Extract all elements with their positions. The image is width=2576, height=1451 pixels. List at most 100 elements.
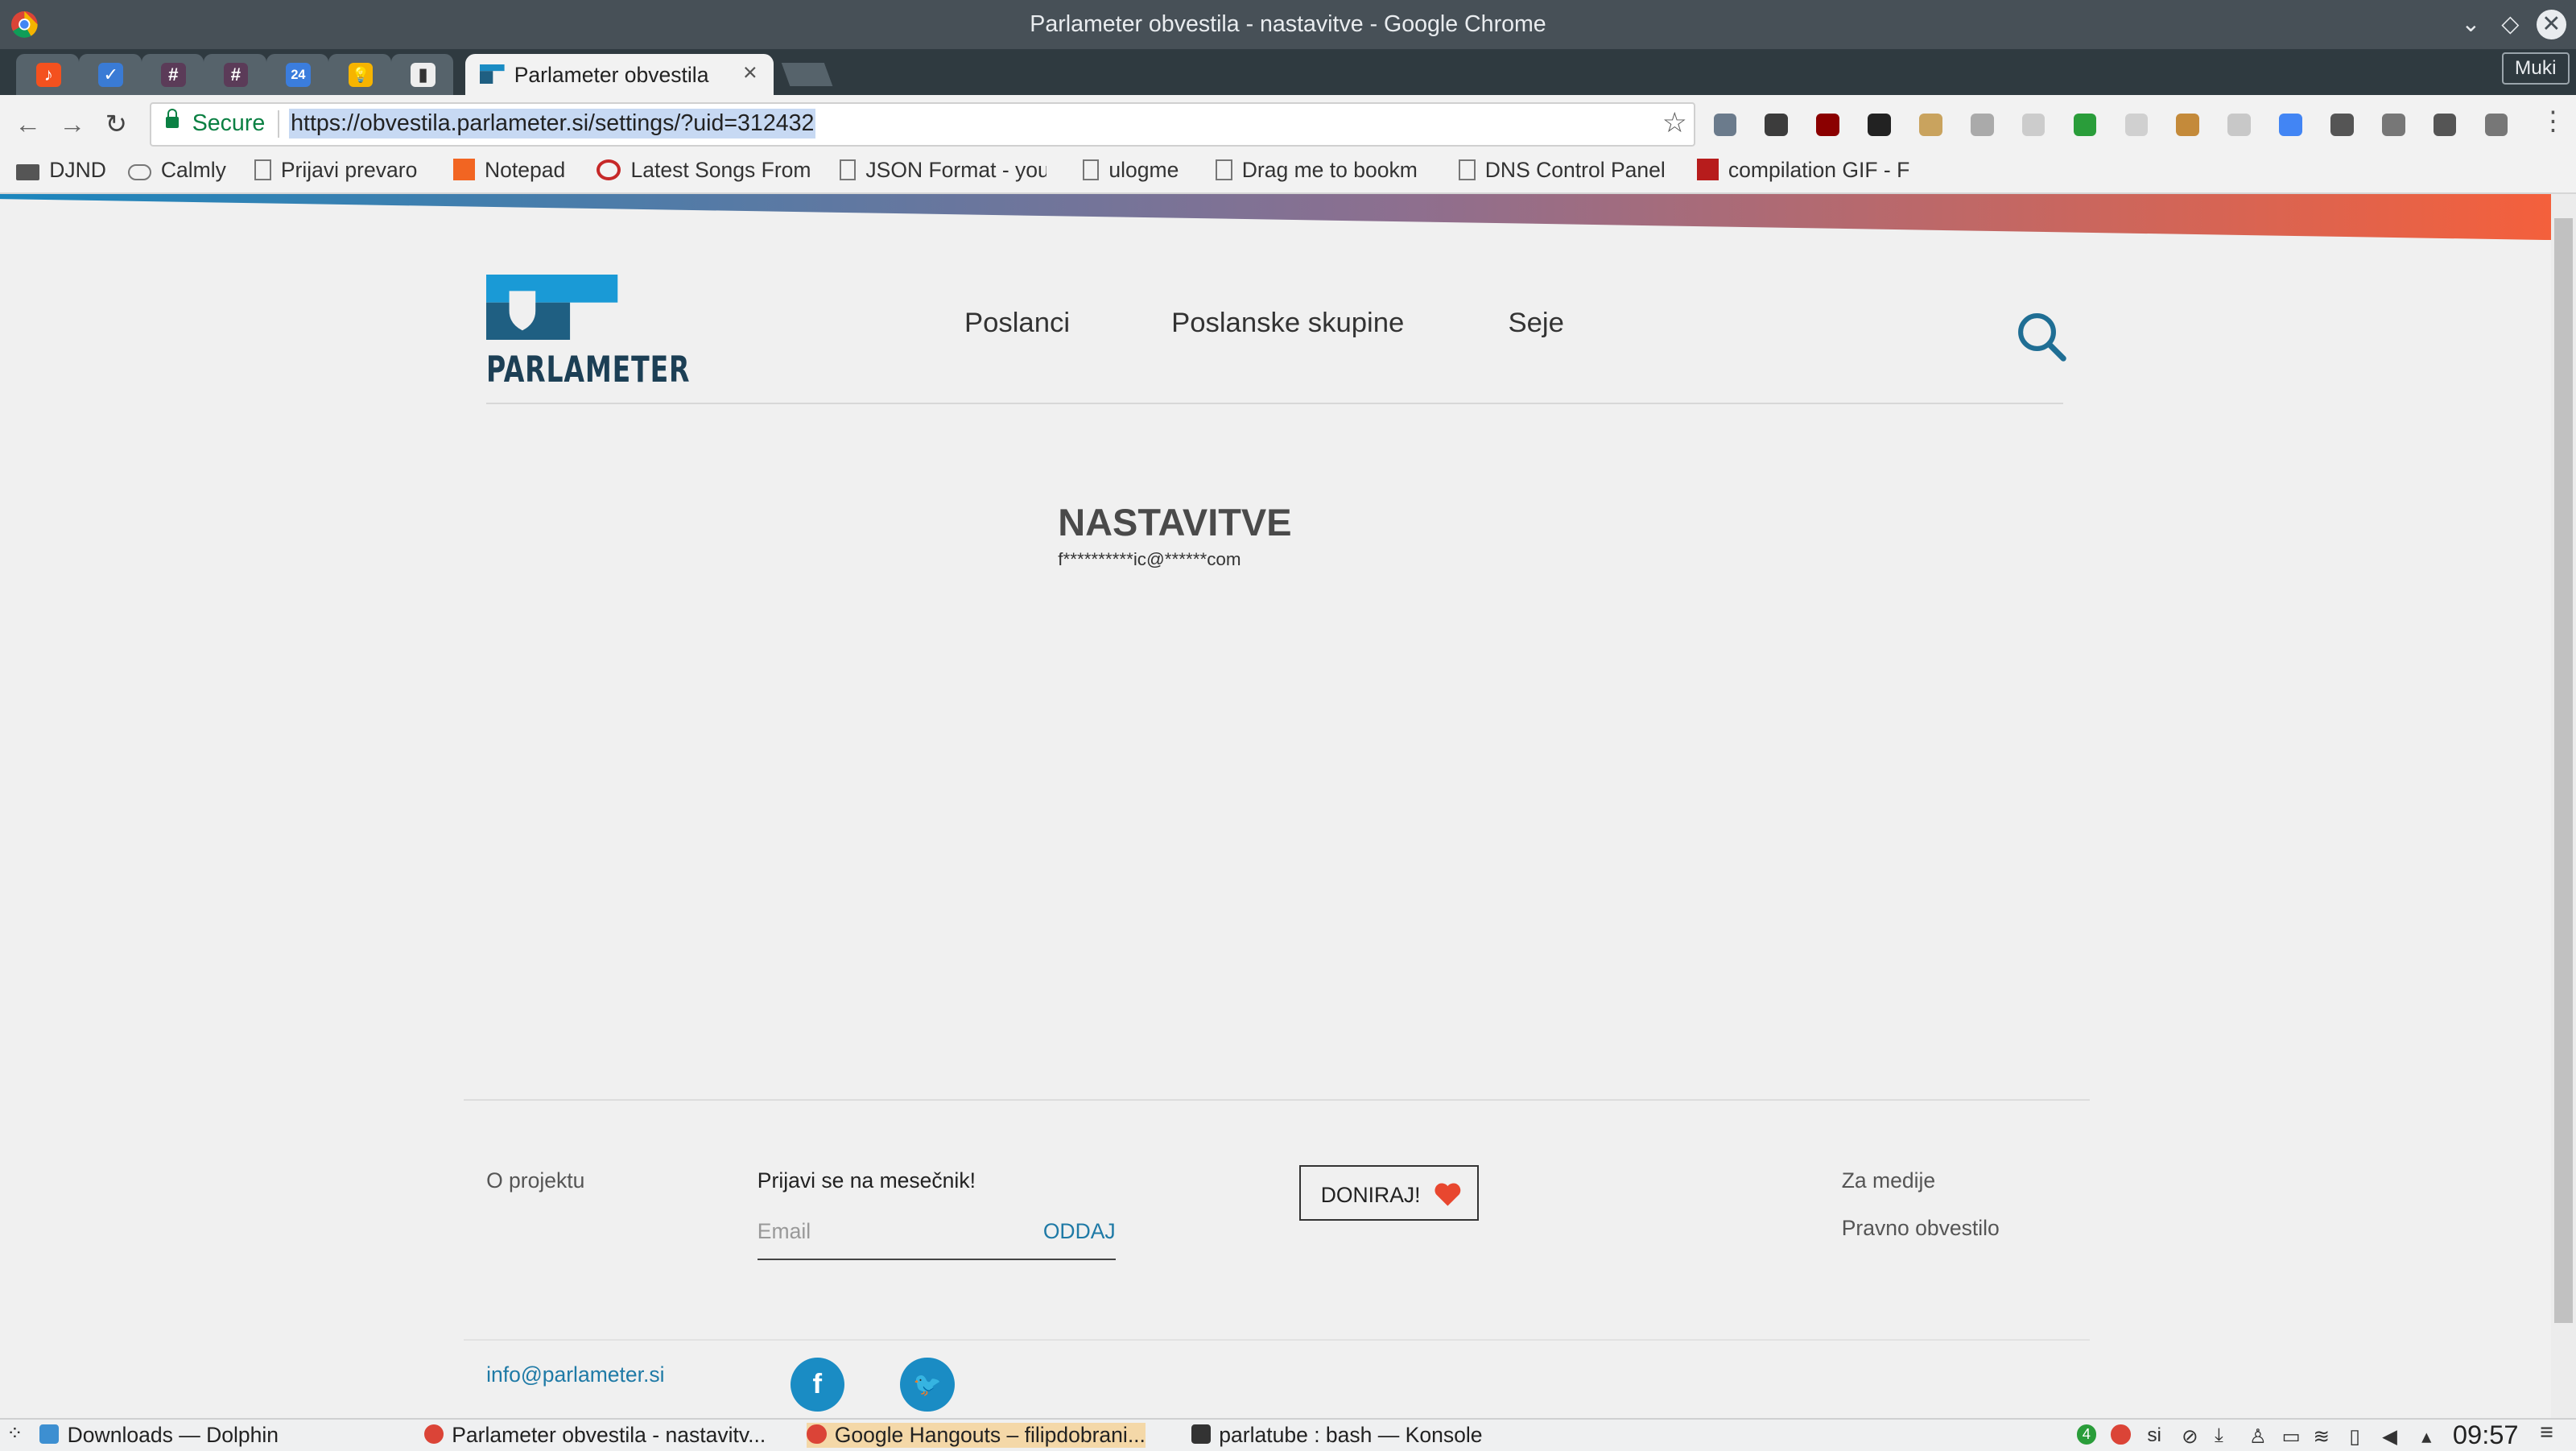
donate-button[interactable]: DONIRAJ! (1299, 1164, 1479, 1222)
page-icon (1459, 159, 1476, 180)
secure-label: Secure (192, 110, 266, 136)
bookmark-item[interactable]: Latest Songs From (596, 158, 811, 183)
bookmark-item[interactable]: ulogme (1082, 158, 1179, 183)
tab-pinned[interactable]: ♪ (16, 54, 79, 96)
globe-icon[interactable] (2433, 113, 2457, 137)
bookmark-label: Calmly (160, 157, 226, 182)
newsletter-submit-button[interactable]: ODDAJ (1043, 1219, 1116, 1244)
tray-expand-icon[interactable]: ▴ (2421, 1424, 2431, 1449)
close-icon[interactable]: ✕ (2536, 10, 2566, 39)
sync-icon[interactable]: ⊘ (2182, 1424, 2198, 1449)
window-title: Parlameter obvestila - nastavitve - Goog… (1030, 11, 1546, 38)
vivaldi-icon[interactable] (2381, 113, 2405, 137)
search-icon[interactable] (2016, 311, 2068, 363)
taskbar-task[interactable]: Parlameter obvestila - nastavitv... (423, 1423, 766, 1448)
footer-link-za-medije[interactable]: Za medije (1842, 1168, 1935, 1193)
tab-pinned[interactable]: # (204, 54, 266, 96)
chrome-tray-icon[interactable] (2111, 1424, 2131, 1445)
tab-pinned[interactable]: # (141, 54, 204, 96)
app-launcher-icon[interactable]: ⁘ (6, 1421, 23, 1445)
clipboard-icon[interactable]: ▯ (2349, 1424, 2359, 1449)
back-icon[interactable]: ← (14, 109, 41, 139)
shield-icon[interactable] (2330, 113, 2354, 137)
task-label: parlatube : bash — Konsole (1219, 1423, 1483, 1448)
v-icon[interactable] (2124, 113, 2149, 137)
footer-link-pravno-obvestilo[interactable]: Pravno obvestilo (1842, 1216, 2000, 1241)
bookmark-item[interactable]: DNS Control Panel (1459, 158, 1666, 183)
twitter-button[interactable]: 🐦 (900, 1357, 955, 1412)
google-translate-icon[interactable] (2279, 113, 2302, 137)
reload-icon[interactable]: ↻ (105, 109, 127, 139)
clock[interactable]: 09:57 (2453, 1420, 2519, 1450)
user-icon[interactable]: ♙ (2249, 1424, 2267, 1449)
bookmark-item[interactable]: compilation GIF - F (1697, 158, 1909, 183)
taskbar-task[interactable]: parlatube : bash — Konsole (1191, 1423, 1483, 1448)
page-scrollbar[interactable] (2551, 193, 2576, 1419)
parlameter-logo[interactable]: PARLAMETER (486, 274, 735, 391)
taskbar-menu-icon[interactable]: ≡ (2540, 1420, 2553, 1446)
footer-link-o-projektu[interactable]: O projektu (486, 1168, 584, 1193)
forward-icon[interactable]: → (59, 109, 85, 139)
profile-button[interactable]: Muki (2501, 52, 2570, 85)
notification-badge-icon[interactable]: 4 (2076, 1424, 2097, 1445)
tab-pinned[interactable]: ✓ (78, 54, 142, 96)
bookmark-label: DNS Control Panel (1484, 157, 1666, 182)
translate-box-icon[interactable] (1868, 113, 1891, 137)
tab-active[interactable]: Parlameter obvestila × (464, 54, 774, 96)
tab-pinned[interactable]: ▮ (390, 54, 454, 96)
task-label: Google Hangouts – filipdobrani... (834, 1423, 1146, 1448)
facebook-button[interactable]: f (790, 1357, 844, 1412)
dolphin-icon (39, 1424, 60, 1445)
bookmark-star-icon[interactable]: ☆ (1662, 107, 1687, 139)
pocket-icon[interactable] (1765, 113, 1788, 137)
volume-icon[interactable]: ◀ (2382, 1424, 2397, 1449)
tab-pinned[interactable]: 💡 (328, 54, 391, 96)
tab-pinned[interactable]: 24 (266, 54, 329, 96)
bookmark-item[interactable]: Prijavi prevaro (254, 158, 417, 183)
logo-mark-icon (486, 274, 618, 341)
contact-email-link[interactable]: info@parlameter.si (486, 1362, 664, 1387)
heart-icon (1434, 1183, 1460, 1206)
bookmark-item[interactable]: Drag me to bookm (1216, 158, 1418, 183)
wifi-icon[interactable]: ≋ (2313, 1424, 2330, 1449)
minimize-icon[interactable]: ⌄ (2456, 10, 2486, 39)
bookmark-item[interactable]: JSON Format - you (839, 157, 1046, 183)
eyedropper-icon[interactable] (1713, 113, 1737, 137)
gif-icon (1697, 159, 1719, 180)
address-bar[interactable]: Secure https://obvestila.parlameter.si/s… (149, 101, 1695, 147)
keyboard-layout[interactable]: si (2147, 1424, 2161, 1447)
brush-icon[interactable] (1970, 113, 1994, 137)
bookmark-label: compilation GIF - F (1728, 157, 1910, 182)
bookmark-label: JSON Format - you (865, 157, 1046, 182)
page-title: NASTAVITVE (1058, 502, 1292, 544)
bookmark-item[interactable]: DJND (16, 158, 106, 183)
bookmark-item[interactable]: Calmly (128, 158, 226, 183)
nav-poslanci[interactable]: Poslanci (964, 308, 1070, 339)
leaf-icon[interactable] (2021, 113, 2046, 137)
taskbar-task[interactable]: Downloads — Dolphin (39, 1423, 279, 1448)
gradient-banner (0, 193, 2552, 240)
bookmark-item[interactable]: Notepad (453, 158, 565, 183)
menu-icon[interactable]: ⋮ (2540, 105, 2566, 136)
ublock-icon[interactable] (1816, 113, 1839, 137)
bookmark-label: Drag me to bookm (1241, 157, 1418, 182)
newsletter-email-input[interactable] (757, 1219, 1021, 1245)
bookmarks-bar: DJND Calmly Prijavi prevaro Notepad Latest S… (0, 149, 2576, 194)
url-text[interactable]: https://obvestila.parlameter.si/settings… (289, 108, 816, 138)
face-icon[interactable] (2176, 113, 2199, 137)
maximize-icon[interactable]: ◇ (2496, 10, 2525, 39)
new-tab-button[interactable] (781, 62, 832, 86)
hand-icon[interactable] (1919, 113, 1942, 137)
display-icon[interactable]: ▭ (2282, 1424, 2301, 1449)
doc-icon[interactable] (2227, 113, 2251, 137)
page-icon (1216, 159, 1232, 180)
status-dot-icon[interactable] (2073, 113, 2097, 137)
nav-poslanske-skupine[interactable]: Poslanske skupine (1171, 308, 1404, 339)
download-icon[interactable]: ⤓ (2215, 1424, 2223, 1447)
scrollbar-thumb[interactable] (2554, 218, 2573, 1323)
tab-close-icon[interactable]: × (743, 59, 758, 87)
twitter-icon: 🐦 (913, 1372, 942, 1398)
phone-icon[interactable] (2484, 113, 2508, 137)
nav-seje[interactable]: Seje (1508, 308, 1563, 339)
taskbar-task[interactable]: Google Hangouts – filipdobrani... (807, 1423, 1146, 1449)
